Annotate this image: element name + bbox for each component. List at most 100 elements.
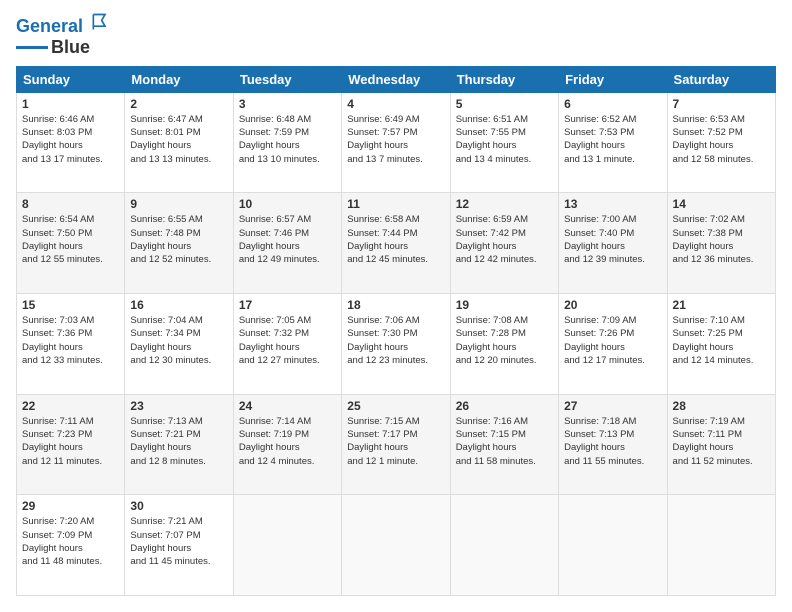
day-number: 6 bbox=[564, 97, 661, 111]
calendar-cell: 29 Sunrise: 7:20 AM Sunset: 7:09 PM Dayl… bbox=[17, 495, 125, 596]
day-info: Sunrise: 6:47 AM Sunset: 8:01 PM Dayligh… bbox=[130, 113, 227, 166]
day-number: 3 bbox=[239, 97, 336, 111]
calendar-cell: 23 Sunrise: 7:13 AM Sunset: 7:21 PM Dayl… bbox=[125, 394, 233, 495]
header-monday: Monday bbox=[125, 66, 233, 92]
day-number: 16 bbox=[130, 298, 227, 312]
header-wednesday: Wednesday bbox=[342, 66, 450, 92]
day-info: Sunrise: 7:18 AM Sunset: 7:13 PM Dayligh… bbox=[564, 415, 661, 468]
calendar-cell bbox=[559, 495, 667, 596]
day-info: Sunrise: 7:16 AM Sunset: 7:15 PM Dayligh… bbox=[456, 415, 553, 468]
header-friday: Friday bbox=[559, 66, 667, 92]
logo: General Blue bbox=[16, 16, 110, 58]
day-info: Sunrise: 6:55 AM Sunset: 7:48 PM Dayligh… bbox=[130, 213, 227, 266]
calendar-cell: 28 Sunrise: 7:19 AM Sunset: 7:11 PM Dayl… bbox=[667, 394, 775, 495]
day-number: 25 bbox=[347, 399, 444, 413]
day-info: Sunrise: 7:10 AM Sunset: 7:25 PM Dayligh… bbox=[673, 314, 770, 367]
day-info: Sunrise: 7:08 AM Sunset: 7:28 PM Dayligh… bbox=[456, 314, 553, 367]
day-info: Sunrise: 6:52 AM Sunset: 7:53 PM Dayligh… bbox=[564, 113, 661, 166]
day-info: Sunrise: 6:57 AM Sunset: 7:46 PM Dayligh… bbox=[239, 213, 336, 266]
calendar-cell: 10 Sunrise: 6:57 AM Sunset: 7:46 PM Dayl… bbox=[233, 193, 341, 294]
day-info: Sunrise: 6:46 AM Sunset: 8:03 PM Dayligh… bbox=[22, 113, 119, 166]
day-info: Sunrise: 7:03 AM Sunset: 7:36 PM Dayligh… bbox=[22, 314, 119, 367]
day-info: Sunrise: 6:49 AM Sunset: 7:57 PM Dayligh… bbox=[347, 113, 444, 166]
day-info: Sunrise: 6:54 AM Sunset: 7:50 PM Dayligh… bbox=[22, 213, 119, 266]
day-info: Sunrise: 6:58 AM Sunset: 7:44 PM Dayligh… bbox=[347, 213, 444, 266]
weekday-header-row: Sunday Monday Tuesday Wednesday Thursday… bbox=[17, 66, 776, 92]
week-row-3: 15 Sunrise: 7:03 AM Sunset: 7:36 PM Dayl… bbox=[17, 294, 776, 395]
calendar-cell: 16 Sunrise: 7:04 AM Sunset: 7:34 PM Dayl… bbox=[125, 294, 233, 395]
calendar-cell: 11 Sunrise: 6:58 AM Sunset: 7:44 PM Dayl… bbox=[342, 193, 450, 294]
day-info: Sunrise: 7:11 AM Sunset: 7:23 PM Dayligh… bbox=[22, 415, 119, 468]
calendar-cell: 24 Sunrise: 7:14 AM Sunset: 7:19 PM Dayl… bbox=[233, 394, 341, 495]
day-number: 26 bbox=[456, 399, 553, 413]
calendar-cell: 20 Sunrise: 7:09 AM Sunset: 7:26 PM Dayl… bbox=[559, 294, 667, 395]
day-number: 10 bbox=[239, 197, 336, 211]
day-number: 22 bbox=[22, 399, 119, 413]
day-number: 14 bbox=[673, 197, 770, 211]
header-thursday: Thursday bbox=[450, 66, 558, 92]
day-number: 27 bbox=[564, 399, 661, 413]
day-info: Sunrise: 7:00 AM Sunset: 7:40 PM Dayligh… bbox=[564, 213, 661, 266]
calendar-cell: 5 Sunrise: 6:51 AM Sunset: 7:55 PM Dayli… bbox=[450, 92, 558, 193]
header-saturday: Saturday bbox=[667, 66, 775, 92]
calendar-cell: 27 Sunrise: 7:18 AM Sunset: 7:13 PM Dayl… bbox=[559, 394, 667, 495]
calendar-cell: 2 Sunrise: 6:47 AM Sunset: 8:01 PM Dayli… bbox=[125, 92, 233, 193]
logo-blue-text: Blue bbox=[51, 37, 90, 58]
day-info: Sunrise: 7:19 AM Sunset: 7:11 PM Dayligh… bbox=[673, 415, 770, 468]
header-sunday: Sunday bbox=[17, 66, 125, 92]
day-number: 17 bbox=[239, 298, 336, 312]
day-number: 29 bbox=[22, 499, 119, 513]
day-number: 30 bbox=[130, 499, 227, 513]
day-number: 11 bbox=[347, 197, 444, 211]
day-info: Sunrise: 6:53 AM Sunset: 7:52 PM Dayligh… bbox=[673, 113, 770, 166]
day-number: 18 bbox=[347, 298, 444, 312]
logo-flag-icon bbox=[90, 12, 110, 32]
week-row-2: 8 Sunrise: 6:54 AM Sunset: 7:50 PM Dayli… bbox=[17, 193, 776, 294]
day-number: 15 bbox=[22, 298, 119, 312]
calendar-cell: 3 Sunrise: 6:48 AM Sunset: 7:59 PM Dayli… bbox=[233, 92, 341, 193]
header: General Blue bbox=[16, 16, 776, 58]
day-info: Sunrise: 7:02 AM Sunset: 7:38 PM Dayligh… bbox=[673, 213, 770, 266]
day-info: Sunrise: 7:15 AM Sunset: 7:17 PM Dayligh… bbox=[347, 415, 444, 468]
calendar-cell: 6 Sunrise: 6:52 AM Sunset: 7:53 PM Dayli… bbox=[559, 92, 667, 193]
calendar-cell: 12 Sunrise: 6:59 AM Sunset: 7:42 PM Dayl… bbox=[450, 193, 558, 294]
day-number: 20 bbox=[564, 298, 661, 312]
day-number: 2 bbox=[130, 97, 227, 111]
day-info: Sunrise: 7:14 AM Sunset: 7:19 PM Dayligh… bbox=[239, 415, 336, 468]
day-number: 12 bbox=[456, 197, 553, 211]
day-number: 4 bbox=[347, 97, 444, 111]
calendar-cell: 17 Sunrise: 7:05 AM Sunset: 7:32 PM Dayl… bbox=[233, 294, 341, 395]
day-number: 24 bbox=[239, 399, 336, 413]
calendar-cell: 19 Sunrise: 7:08 AM Sunset: 7:28 PM Dayl… bbox=[450, 294, 558, 395]
calendar-cell: 22 Sunrise: 7:11 AM Sunset: 7:23 PM Dayl… bbox=[17, 394, 125, 495]
calendar-cell: 1 Sunrise: 6:46 AM Sunset: 8:03 PM Dayli… bbox=[17, 92, 125, 193]
day-info: Sunrise: 7:06 AM Sunset: 7:30 PM Dayligh… bbox=[347, 314, 444, 367]
day-info: Sunrise: 7:21 AM Sunset: 7:07 PM Dayligh… bbox=[130, 515, 227, 568]
week-row-4: 22 Sunrise: 7:11 AM Sunset: 7:23 PM Dayl… bbox=[17, 394, 776, 495]
week-row-1: 1 Sunrise: 6:46 AM Sunset: 8:03 PM Dayli… bbox=[17, 92, 776, 193]
week-row-5: 29 Sunrise: 7:20 AM Sunset: 7:09 PM Dayl… bbox=[17, 495, 776, 596]
day-number: 19 bbox=[456, 298, 553, 312]
calendar-table: Sunday Monday Tuesday Wednesday Thursday… bbox=[16, 66, 776, 596]
day-number: 21 bbox=[673, 298, 770, 312]
calendar-cell: 21 Sunrise: 7:10 AM Sunset: 7:25 PM Dayl… bbox=[667, 294, 775, 395]
calendar-cell: 25 Sunrise: 7:15 AM Sunset: 7:17 PM Dayl… bbox=[342, 394, 450, 495]
page: General Blue Sunday Monday bbox=[0, 0, 792, 612]
day-number: 9 bbox=[130, 197, 227, 211]
calendar-cell: 15 Sunrise: 7:03 AM Sunset: 7:36 PM Dayl… bbox=[17, 294, 125, 395]
day-number: 7 bbox=[673, 97, 770, 111]
day-info: Sunrise: 7:20 AM Sunset: 7:09 PM Dayligh… bbox=[22, 515, 119, 568]
calendar-cell: 18 Sunrise: 7:06 AM Sunset: 7:30 PM Dayl… bbox=[342, 294, 450, 395]
calendar-cell: 7 Sunrise: 6:53 AM Sunset: 7:52 PM Dayli… bbox=[667, 92, 775, 193]
day-info: Sunrise: 6:48 AM Sunset: 7:59 PM Dayligh… bbox=[239, 113, 336, 166]
calendar-cell bbox=[342, 495, 450, 596]
day-number: 1 bbox=[22, 97, 119, 111]
day-number: 23 bbox=[130, 399, 227, 413]
calendar-cell bbox=[233, 495, 341, 596]
header-tuesday: Tuesday bbox=[233, 66, 341, 92]
calendar-cell: 13 Sunrise: 7:00 AM Sunset: 7:40 PM Dayl… bbox=[559, 193, 667, 294]
calendar-cell: 9 Sunrise: 6:55 AM Sunset: 7:48 PM Dayli… bbox=[125, 193, 233, 294]
day-number: 28 bbox=[673, 399, 770, 413]
calendar-cell bbox=[450, 495, 558, 596]
logo-text: General bbox=[16, 16, 110, 37]
